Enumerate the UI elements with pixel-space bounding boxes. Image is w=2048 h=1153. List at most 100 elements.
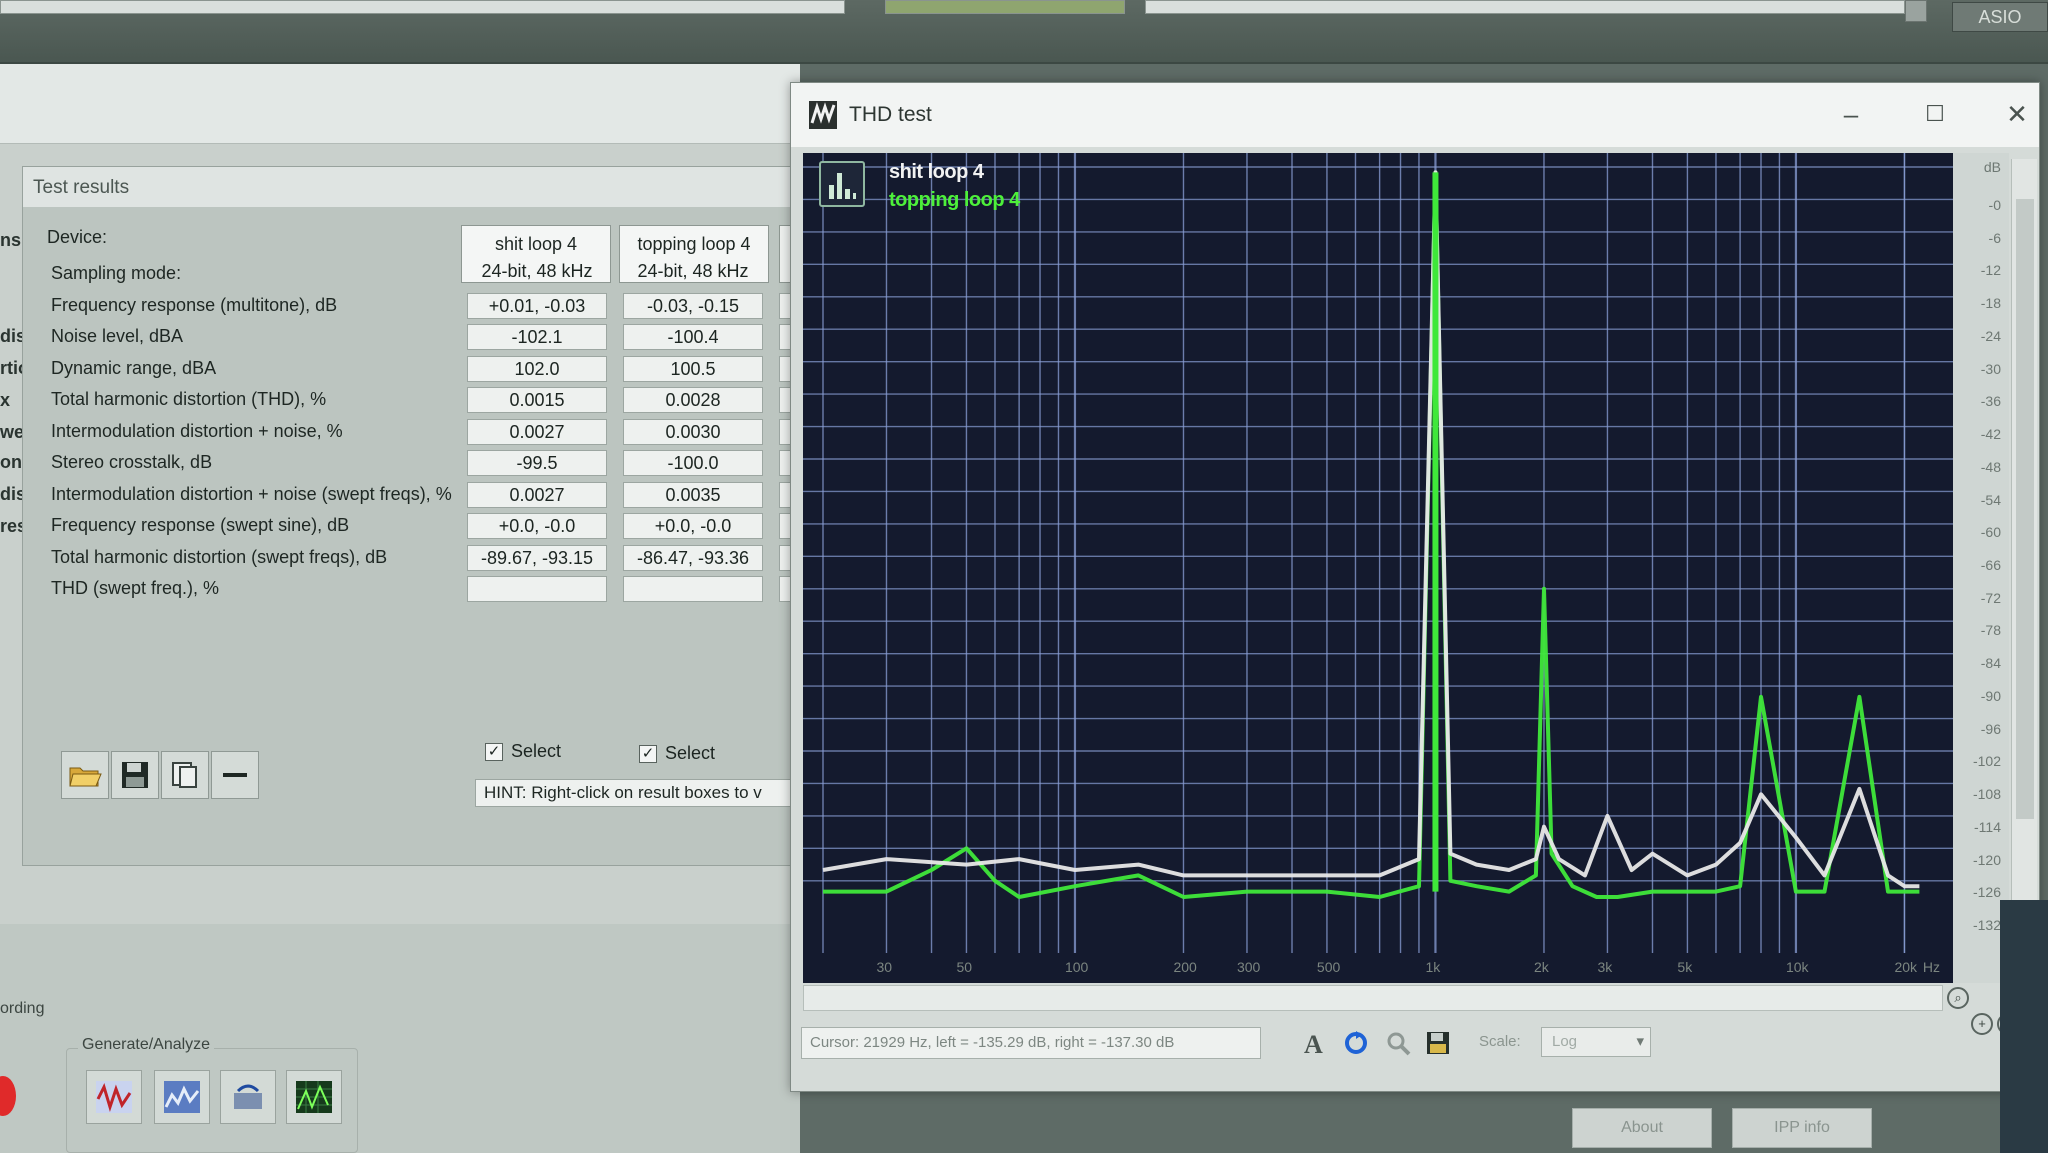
checkbox-check-icon: ✓ xyxy=(639,744,657,763)
result-value-cell[interactable]: 0.0027 xyxy=(467,481,607,508)
result-value-cell[interactable]: 0.0028 xyxy=(623,387,763,413)
result-value-cell[interactable] xyxy=(467,576,607,602)
db-tick-label: -30 xyxy=(1980,360,2001,377)
device-select[interactable] xyxy=(1145,0,1905,14)
result-value-cell[interactable]: -102.1 xyxy=(467,324,607,350)
result-value-cell[interactable]: 0.0035 xyxy=(623,481,763,508)
db-tick-label: -18 xyxy=(1980,295,2001,312)
generate-waveform-button[interactable] xyxy=(86,1070,142,1124)
close-icon[interactable]: ✕ xyxy=(1997,97,2037,133)
loop-icon xyxy=(234,1084,262,1109)
horizontal-scrollbar[interactable] xyxy=(803,985,1943,1011)
loopback-button[interactable] xyxy=(220,1070,276,1124)
thd-test-window: THD test – ☐ ✕ shit loop 4 topping loop … xyxy=(790,82,2043,1092)
result-value-cell[interactable]: 0.0027 xyxy=(467,418,607,445)
top-field-1[interactable] xyxy=(0,0,845,14)
result-row-label: Frequency response (swept sine), dB xyxy=(51,515,350,535)
select-checkbox-1[interactable]: ✓ Select xyxy=(485,741,561,762)
test-results-panel: Test results Device: shit loop 4 topping… xyxy=(22,166,805,866)
db-tick-label: -114 xyxy=(1974,818,2001,835)
db-tick-label: -72 xyxy=(1980,589,2001,606)
thd-title-bar[interactable]: THD test – ☐ ✕ xyxy=(791,83,2039,147)
vertical-scroll-thumb[interactable] xyxy=(2016,199,2034,819)
thd-analyzer-button[interactable] xyxy=(286,1070,342,1124)
freq-tick-label: 10k xyxy=(1785,959,1809,975)
db-unit-label: dB xyxy=(1983,159,2001,175)
result-row-label: THD (swept freq.), % xyxy=(51,578,220,598)
result-value-cell[interactable]: +0.0, -0.0 xyxy=(623,513,763,539)
level-meter xyxy=(885,0,1125,14)
svg-text:A: A xyxy=(1304,1030,1323,1056)
device-label: Device: xyxy=(47,227,108,247)
analyze-spectrum-button[interactable] xyxy=(154,1070,210,1124)
result-value-cell[interactable]: -89.67, -93.15 xyxy=(467,544,607,571)
result-row-label: Intermodulation distortion + noise, % xyxy=(51,420,343,441)
floppy-disk-icon xyxy=(122,762,148,788)
asio-button[interactable]: ASIO xyxy=(1952,2,2048,32)
result-row-label: Total harmonic distortion (THD), % xyxy=(51,389,327,409)
result-value-cell[interactable]: +0.0, -0.0 xyxy=(467,513,607,539)
db-tick-label: -66 xyxy=(1980,557,2001,573)
result-value-cell[interactable]: -99.5 xyxy=(467,450,607,476)
device-dropdown-button[interactable] xyxy=(1905,0,1927,22)
result-value-cell[interactable]: 0.0030 xyxy=(623,418,763,445)
magnifier-icon[interactable] xyxy=(1381,1027,1415,1059)
freq-tick-label: 30 xyxy=(876,959,893,975)
db-tick-label: -108 xyxy=(1972,786,2001,803)
result-value-cell[interactable]: -100.0 xyxy=(623,450,763,476)
freq-tick-label: 3k xyxy=(1597,959,1613,975)
spectrum-plot[interactable] xyxy=(803,153,1953,983)
result-value-cell[interactable]: 102.0 xyxy=(467,355,607,382)
result-row-label: Total harmonic distortion (swept freqs),… xyxy=(51,546,388,567)
freq-tick-label: 50 xyxy=(956,959,973,975)
result-row-label: Stereo crosstalk, dB xyxy=(51,452,213,472)
taskbar-edge xyxy=(2000,900,2048,1153)
thd-window-title: THD test xyxy=(849,103,932,126)
db-tick-label: -120 xyxy=(1972,851,2001,868)
db-tick-label: -42 xyxy=(1980,426,2001,443)
result-value-cell[interactable]: -86.47, -93.36 xyxy=(623,544,763,571)
main-header-band xyxy=(0,64,800,144)
main-toolbar: ASIO xyxy=(0,0,2048,64)
about-button[interactable]: About xyxy=(1572,1108,1712,1148)
zoom-in-icon[interactable]: + xyxy=(1971,1013,1993,1035)
ipp-info-button[interactable]: IPP info xyxy=(1732,1108,1872,1148)
save-results-button[interactable] xyxy=(111,751,159,799)
zoom-fit-icon[interactable]: ⌕ xyxy=(1947,987,1969,1009)
db-tick-label: -12 xyxy=(1980,262,2001,279)
result-value-cell[interactable]: -0.03, -0.15 xyxy=(623,292,763,319)
thd-status-bar: Cursor: 21929 Hz, left = -135.29 dB, rig… xyxy=(801,1027,1941,1063)
result-value-cell: 24-bit, 48 kHz xyxy=(637,261,749,281)
minimize-icon[interactable]: – xyxy=(1831,97,1871,133)
checkbox-check-icon: ✓ xyxy=(485,742,503,761)
font-icon[interactable]: A xyxy=(1297,1027,1331,1059)
freq-tick-label: 200 xyxy=(1173,959,1197,975)
folder-open-icon xyxy=(69,767,102,787)
scale-select[interactable]: Log ▾ xyxy=(1541,1027,1651,1057)
copy-results-button[interactable] xyxy=(161,751,209,799)
scale-label: Scale: xyxy=(1479,1033,1521,1050)
bar-chart-icon xyxy=(829,173,856,199)
app-logo-icon xyxy=(809,101,837,129)
freq-tick-label: 1k xyxy=(1425,959,1441,975)
result-value-cell[interactable] xyxy=(623,576,763,602)
freq-tick-label: 5k xyxy=(1677,959,1693,975)
result-value-cell[interactable]: 0.0015 xyxy=(467,387,607,413)
result-value-cell[interactable]: +0.01, -0.03 xyxy=(467,292,607,319)
remove-results-button[interactable] xyxy=(211,751,259,799)
open-results-button[interactable] xyxy=(61,751,109,799)
plot-view-toggle[interactable] xyxy=(819,161,865,207)
freq-tick-label: 300 xyxy=(1236,959,1261,975)
result-row-label: Intermodulation distortion + noise (swep… xyxy=(51,483,452,504)
select-checkbox-2[interactable]: ✓ Select xyxy=(639,743,715,764)
vertical-scrollbar[interactable] xyxy=(2011,159,2037,989)
refresh-icon[interactable] xyxy=(1339,1027,1373,1059)
db-tick-label: -0 xyxy=(1988,197,2001,213)
result-value-cell: 24-bit, 48 kHz xyxy=(481,261,593,281)
maximize-icon[interactable]: ☐ xyxy=(1915,97,1955,133)
freq-tick-label: 2k xyxy=(1533,959,1549,975)
result-value-cell[interactable]: -100.4 xyxy=(623,324,763,350)
db-tick-label: -96 xyxy=(1980,720,2001,737)
result-value-cell[interactable]: 100.5 xyxy=(623,355,763,382)
save-icon[interactable] xyxy=(1421,1027,1455,1059)
